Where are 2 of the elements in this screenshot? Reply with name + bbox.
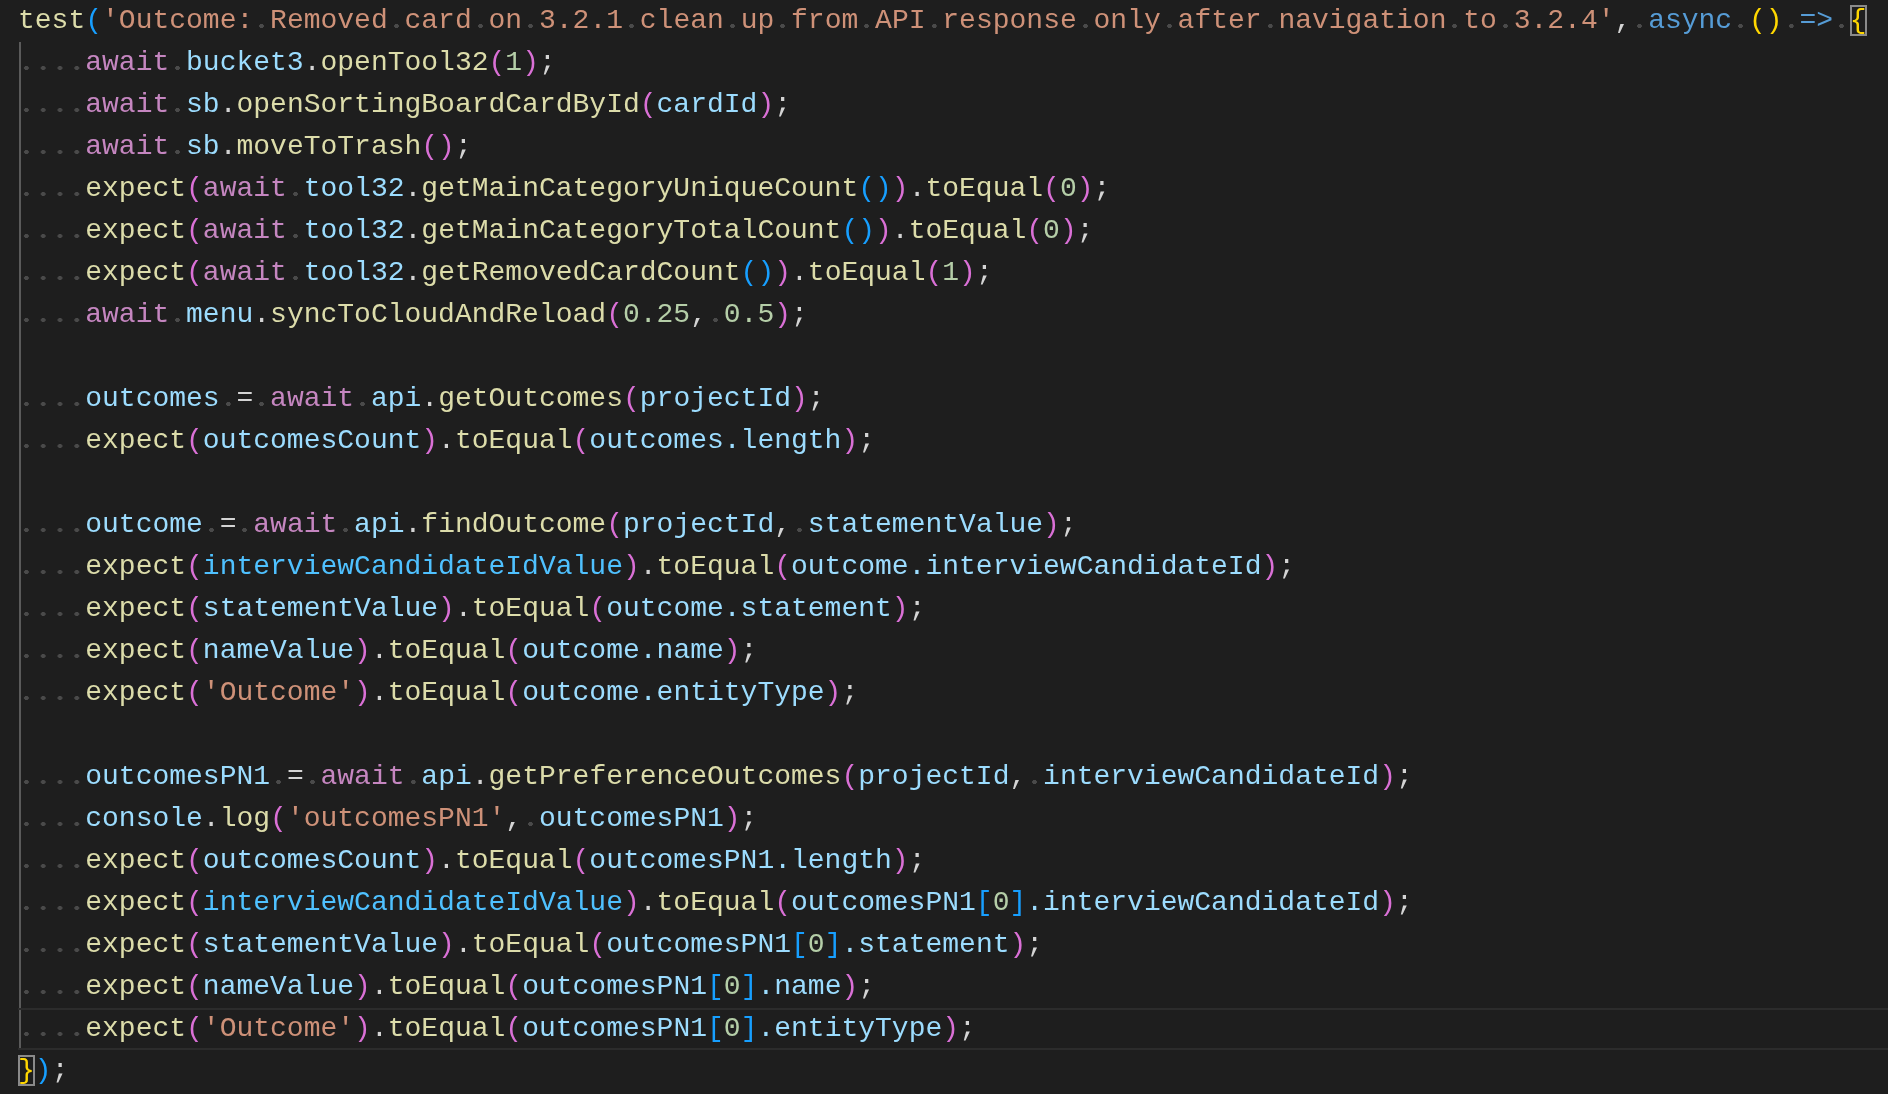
code-line: test('Outcome: Removed card on 3.2.1 clean up from API response only after navigation to 3.2.4', async () => { <box>18 4 1868 38</box>
code-line: }); <box>18 1054 70 1088</box>
